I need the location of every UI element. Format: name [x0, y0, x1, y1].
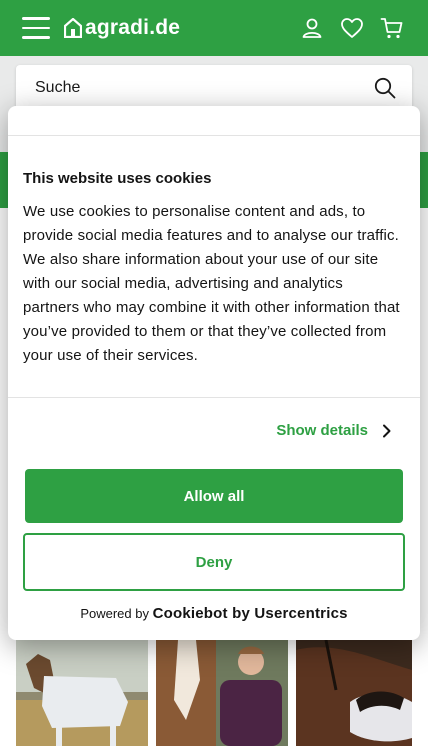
cookie-title: This website uses cookies [23, 170, 212, 187]
product-image-rider-jacket[interactable] [156, 640, 288, 746]
logo-house-icon [64, 18, 82, 38]
menu-icon[interactable] [22, 17, 50, 39]
product-image-saddle-pad[interactable] [296, 640, 412, 746]
heart-icon[interactable] [340, 16, 364, 40]
cart-icon[interactable] [380, 16, 404, 40]
chevron-right-icon [383, 424, 391, 437]
show-details-link[interactable]: Show details [276, 422, 392, 439]
show-details-label: Show details [276, 422, 368, 439]
allow-all-button[interactable]: Allow all [25, 469, 403, 523]
product-image-fly-rug[interactable] [16, 640, 148, 746]
powered-by-label: Powered by [80, 606, 153, 621]
top-header: agradi.de [0, 0, 428, 56]
cookie-consent-dialog: This website uses cookies We use cookies… [8, 106, 420, 640]
divider [8, 135, 420, 136]
search-input[interactable] [33, 78, 357, 98]
user-icon[interactable] [300, 16, 324, 40]
brand-name: agradi.de [85, 16, 181, 39]
search-box [16, 65, 412, 111]
cookie-body-text: We use cookies to personalise content an… [23, 203, 400, 364]
deny-button[interactable]: Deny [23, 533, 405, 591]
search-icon[interactable] [374, 77, 396, 99]
divider [8, 397, 420, 398]
cookiebot-brand[interactable]: Cookiebot by Usercentrics [153, 605, 348, 622]
powered-by: Powered by Cookiebot by Usercentrics [8, 605, 420, 622]
brand-logo[interactable]: agradi.de [64, 16, 180, 40]
